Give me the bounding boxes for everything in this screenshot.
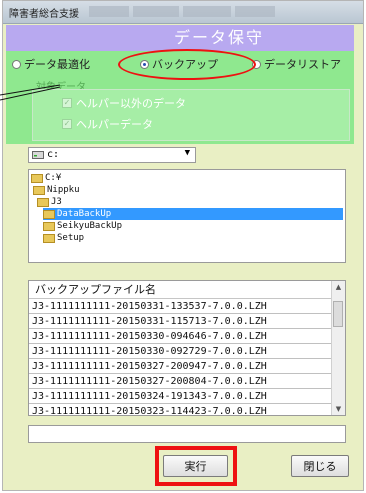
folder-name: DataBackUp	[57, 209, 112, 219]
backup-file-list[interactable]: バックアップファイル名 J3-1111111111-20150331-13353…	[28, 280, 346, 416]
blurred-title-area	[89, 6, 129, 17]
folder-item[interactable]: Nippku	[33, 184, 80, 196]
radio-label-restore: データリストア	[264, 58, 341, 71]
file-row[interactable]: J3-1111111111-20150324-191343-7.0.0.LZH	[29, 389, 331, 404]
drive-value: c:	[47, 149, 60, 160]
page-title: データ保守	[6, 25, 354, 51]
folder-icon	[43, 209, 55, 219]
scroll-thumb[interactable]	[333, 301, 343, 327]
folder-name: Nippku	[47, 185, 80, 195]
drive-icon	[32, 151, 44, 159]
folder-icon	[31, 173, 43, 183]
checkbox-label: ヘルパー以外のデータ	[76, 97, 186, 110]
folder-name: SeikyuBackUp	[57, 221, 123, 231]
folder-item[interactable]: SeikyuBackUp	[43, 220, 122, 232]
file-row[interactable]: J3-1111111111-20150331-133537-7.0.0.LZH	[29, 299, 331, 314]
scroll-down-icon[interactable]: ▼	[332, 403, 345, 415]
folder-open-icon	[33, 185, 45, 195]
file-row[interactable]: J3-1111111111-20150327-200947-7.0.0.LZH	[29, 359, 331, 374]
folder-open-icon	[37, 197, 49, 207]
blurred-title-area	[235, 6, 275, 17]
folder-item[interactable]: Setup	[43, 232, 84, 244]
folder-name: J3	[51, 197, 62, 207]
chevron-down-icon[interactable]: ▼	[185, 148, 190, 158]
file-list-header: バックアップファイル名	[29, 281, 331, 299]
checkbox-helper-data[interactable]: ✓ ヘルパーデータ	[62, 116, 153, 132]
folder-name: C:¥	[45, 173, 62, 183]
drive-select[interactable]: c: ▼	[28, 147, 196, 163]
blurred-title-area	[133, 6, 179, 17]
close-button[interactable]: 閉じる	[291, 455, 349, 477]
checkbox-label: ヘルパーデータ	[76, 118, 153, 131]
highlight-rectangle	[155, 446, 237, 486]
window-title: 障害者総合支援	[9, 9, 79, 20]
folder-item-selected[interactable]: DataBackUp	[43, 208, 343, 220]
radio-restore[interactable]: データリストア	[252, 56, 341, 72]
file-row[interactable]: J3-1111111111-20150331-115713-7.0.0.LZH	[29, 314, 331, 329]
folder-tree[interactable]: C:¥ Nippku J3 DataBackUp SeikyuBackUp Se…	[28, 169, 346, 263]
folder-item[interactable]: J3	[37, 196, 62, 208]
folder-icon	[43, 233, 55, 243]
status-field	[28, 425, 346, 443]
folder-item[interactable]: C:¥	[31, 172, 61, 184]
checkbox-non-helper-data[interactable]: ✓ ヘルパー以外のデータ	[62, 95, 186, 111]
callout-pointer-lines	[0, 84, 61, 101]
folder-name: Setup	[57, 233, 85, 243]
scroll-up-icon[interactable]: ▲	[332, 281, 345, 293]
file-row[interactable]: J3-1111111111-20150330-092729-7.0.0.LZH	[29, 344, 331, 359]
title-bar: 障害者総合支援	[3, 1, 363, 24]
file-list-scrollbar[interactable]: ▲ ▼	[331, 281, 345, 415]
folder-icon	[43, 221, 55, 231]
file-row[interactable]: J3-1111111111-20150327-200804-7.0.0.LZH	[29, 374, 331, 389]
blurred-title-area	[183, 6, 231, 17]
file-row[interactable]: J3-1111111111-20150323-114423-7.0.0.LZH	[29, 404, 331, 415]
highlight-oval	[118, 49, 256, 80]
file-row[interactable]: J3-1111111111-20150330-094646-7.0.0.LZH	[29, 329, 331, 344]
